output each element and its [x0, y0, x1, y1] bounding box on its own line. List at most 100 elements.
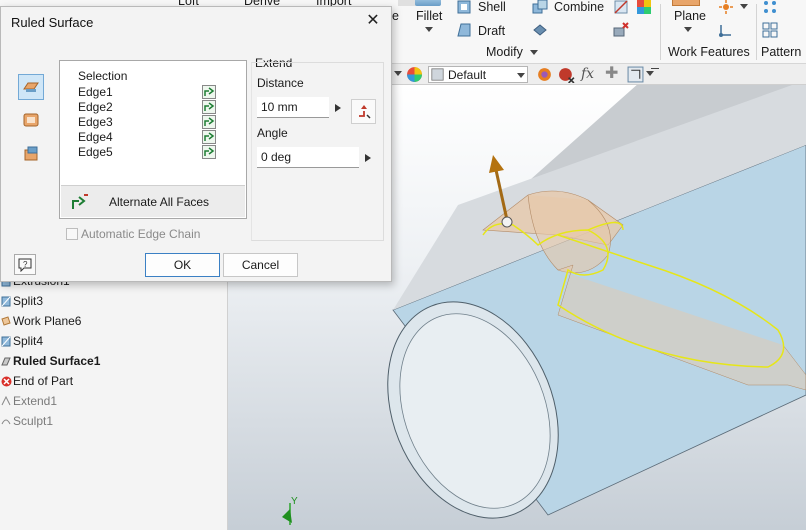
edge-row-3[interactable]: Edge3	[78, 115, 113, 130]
ruled-surface-icon	[0, 354, 12, 368]
sculpt-icon	[0, 414, 12, 428]
measure-dropdown-icon[interactable]	[646, 71, 654, 76]
flip-extend-icon	[358, 104, 371, 119]
browser-item-label: Split4	[13, 334, 44, 348]
browser-item-sculpt1[interactable]: Sculpt1	[0, 411, 53, 431]
modify-panel-dropdown-icon[interactable]	[530, 50, 538, 55]
extend-arrow-head[interactable]	[489, 155, 504, 173]
adjust-appearance-icon[interactable]	[536, 66, 553, 83]
ribbon-separator	[660, 4, 661, 60]
split-tool-icon[interactable]	[613, 0, 629, 15]
normal-surface-icon	[23, 82, 39, 92]
panel-title-modify[interactable]: Modify	[486, 45, 523, 59]
manipulator-origin[interactable]	[501, 216, 513, 228]
browser-item-label: Ruled Surface1	[13, 354, 101, 368]
cancel-button[interactable]: Cancel	[223, 253, 298, 277]
browser-item-extend1[interactable]: Extend1	[0, 391, 57, 411]
work-point-dropdown-icon[interactable]	[740, 4, 748, 9]
ruled-surface-dialog: Ruled Surface ✕ Selection Edge1 Edge2 Ed…	[0, 6, 392, 282]
flip-direction-icon[interactable]	[202, 115, 216, 129]
type-tangent-button[interactable]	[18, 107, 44, 133]
appearance-select[interactable]: Default	[428, 66, 528, 83]
plane-icon	[672, 0, 700, 6]
edge-row-2[interactable]: Edge2	[78, 100, 113, 115]
browser-item-split4[interactable]: Split4	[0, 331, 43, 351]
ribbon-cut-label: e	[392, 9, 399, 23]
auto-edge-chain-checkbox[interactable]	[66, 228, 78, 240]
appearance-dropdown-icon	[517, 73, 525, 78]
split-icon	[0, 334, 12, 348]
ribbon-separator	[756, 4, 757, 60]
split-icon	[0, 294, 12, 308]
browser-item-split3[interactable]: Split3	[0, 291, 43, 311]
svg-text:?: ?	[23, 260, 28, 269]
appearance-icon[interactable]	[636, 0, 652, 15]
delete-face-icon[interactable]	[613, 22, 629, 38]
work-point-icon[interactable]	[718, 0, 734, 15]
edge-row-4[interactable]: Edge4	[78, 130, 113, 145]
browser-item-label: End of Part	[13, 374, 74, 388]
vector-surface-icon	[24, 146, 38, 161]
appearance-value: Default	[448, 68, 487, 82]
extend-icon	[0, 394, 12, 408]
end-of-part-icon	[0, 374, 12, 388]
plane-button[interactable]: Plane	[674, 9, 706, 23]
shell-button[interactable]: Shell	[478, 0, 506, 14]
arrow-right-icon	[335, 103, 341, 112]
browser-item-label: Sculpt1	[13, 414, 54, 428]
flip-direction-icon[interactable]	[202, 130, 216, 144]
angle-label: Angle	[257, 126, 288, 140]
panel-title-pattern: Pattern	[761, 45, 802, 59]
clear-appearance-icon[interactable]	[558, 66, 575, 83]
material-icon[interactable]	[406, 66, 423, 83]
plane-dropdown-icon[interactable]	[684, 27, 692, 32]
dialog-title: Ruled Surface	[11, 15, 94, 30]
browser-item-work-plane6[interactable]: Work Plane6	[0, 311, 81, 331]
fillet-icon	[415, 0, 441, 6]
edge-row-5[interactable]: Edge5	[78, 145, 113, 160]
edge-row-1[interactable]: Edge1	[78, 85, 113, 100]
shell-icon	[457, 0, 471, 14]
combine-button[interactable]: Combine	[554, 0, 604, 14]
rectangular-pattern-icon[interactable]	[762, 22, 778, 38]
browser-item-label: Split3	[13, 294, 44, 308]
distance-label: Distance	[257, 76, 304, 90]
toolbar-dropdown-icon[interactable]	[394, 71, 402, 76]
plus-icon[interactable]: ✚	[605, 66, 618, 83]
alternate-all-faces-button[interactable]: Alternate All Faces	[61, 185, 245, 217]
browser-item-ruled-surface1[interactable]: Ruled Surface1	[0, 351, 100, 371]
distance-arrow-button[interactable]	[331, 97, 345, 118]
overflow-bar-icon[interactable]	[651, 68, 659, 69]
measure-icon[interactable]	[627, 66, 644, 83]
alternate-faces-label: Alternate All Faces	[109, 195, 210, 209]
parameters-fx-icon[interactable]: fx	[581, 66, 594, 83]
angle-input[interactable]: 0 deg	[257, 147, 359, 168]
draft-icon	[457, 23, 471, 37]
axis-y-label: Y	[291, 496, 298, 507]
panel-title-work-features: Work Features	[668, 45, 750, 59]
browser-item-label: Extend1	[13, 394, 58, 408]
ok-button[interactable]: OK	[145, 253, 220, 277]
alternate-faces-icon	[72, 194, 88, 209]
browser-item-end-of-part[interactable]: End of Part	[0, 371, 73, 391]
close-icon[interactable]: ✕	[363, 11, 383, 31]
type-vector-button[interactable]	[18, 141, 44, 167]
fillet-button[interactable]: Fillet	[416, 9, 442, 23]
thicken-icon[interactable]	[532, 22, 548, 38]
flip-extend-button[interactable]	[351, 99, 376, 124]
pattern-icon[interactable]	[762, 0, 778, 15]
distance-input[interactable]: 10 mm	[257, 97, 329, 118]
fillet-dropdown-icon[interactable]	[425, 27, 433, 32]
selection-header: Selection	[78, 69, 128, 83]
type-normal-button[interactable]	[18, 74, 44, 100]
ucs-icon[interactable]	[718, 22, 734, 38]
help-icon: ?	[18, 258, 32, 272]
selection-list[interactable]: Selection Edge1 Edge2 Edge3 Edge4 Edge5 …	[59, 60, 247, 219]
flip-direction-icon[interactable]	[202, 85, 216, 99]
draft-button[interactable]: Draft	[478, 24, 505, 38]
arrow-right-icon	[365, 153, 371, 162]
help-button[interactable]: ?	[14, 254, 36, 275]
flip-direction-icon[interactable]	[202, 100, 216, 114]
angle-arrow-button[interactable]	[361, 147, 375, 168]
flip-direction-icon[interactable]	[202, 145, 216, 159]
